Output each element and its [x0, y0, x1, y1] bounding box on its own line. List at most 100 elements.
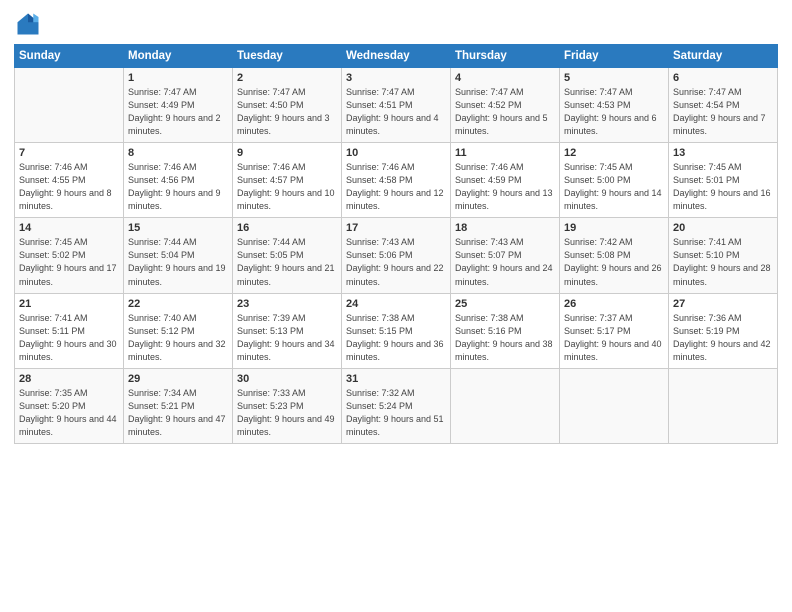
sunset-text: Sunset: 5:10 PM: [673, 250, 740, 260]
calendar-week-row: 21Sunrise: 7:41 AMSunset: 5:11 PMDayligh…: [15, 293, 778, 368]
calendar-day-cell: 3Sunrise: 7:47 AMSunset: 4:51 PMDaylight…: [342, 68, 451, 143]
daylight-text: Daylight: 9 hours and 13 minutes.: [455, 188, 553, 211]
sunrise-text: Sunrise: 7:37 AM: [564, 313, 633, 323]
sunrise-text: Sunrise: 7:43 AM: [346, 237, 415, 247]
sunrise-text: Sunrise: 7:38 AM: [455, 313, 524, 323]
calendar-day-cell: 17Sunrise: 7:43 AMSunset: 5:06 PMDayligh…: [342, 218, 451, 293]
calendar-day-cell: 31Sunrise: 7:32 AMSunset: 5:24 PMDayligh…: [342, 368, 451, 443]
calendar-day-cell: 25 Sunrise: 7:38 AM Sunset: 5:16 PM Dayligh…: [451, 293, 560, 368]
day-number: 9: [237, 147, 337, 159]
sunrise-text: Sunrise: 7:46 AM: [128, 162, 197, 172]
calendar-day-cell: 28Sunrise: 7:35 AMSunset: 5:20 PMDayligh…: [15, 368, 124, 443]
sunrise-text: Sunrise: 7:42 AM: [564, 237, 633, 247]
daylight-text: Daylight: 9 hours and 8 minutes.: [19, 188, 112, 211]
calendar-day-cell: 20Sunrise: 7:41 AMSunset: 5:10 PMDayligh…: [669, 218, 778, 293]
day-number: 25: [455, 298, 555, 310]
day-info: Sunrise: 7:41 AMSunset: 5:10 PMDaylight:…: [673, 236, 773, 288]
daylight-text: Daylight: 9 hours and 38 minutes.: [455, 339, 553, 362]
daylight-text: Daylight: 9 hours and 17 minutes.: [19, 263, 117, 286]
day-number: 14: [19, 222, 119, 234]
sunset-text: Sunset: 5:08 PM: [564, 250, 631, 260]
day-info: Sunrise: 7:43 AMSunset: 5:07 PMDaylight:…: [455, 236, 555, 288]
calendar-header-cell: Sunday: [15, 45, 124, 68]
sunrise-text: Sunrise: 7:33 AM: [237, 388, 306, 398]
daylight-text: Daylight: 9 hours and 28 minutes.: [673, 263, 771, 286]
sunset-text: Sunset: 5:01 PM: [673, 175, 740, 185]
daylight-text: Daylight: 9 hours and 40 minutes.: [564, 339, 662, 362]
sunset-text: Sunset: 4:53 PM: [564, 100, 631, 110]
day-info: Sunrise: 7:47 AM Sunset: 4:50 PM Daylight:…: [237, 86, 337, 138]
day-number: 3: [346, 72, 446, 84]
day-number: 30: [237, 373, 337, 385]
daylight-text: Daylight: 9 hours and 26 minutes.: [564, 263, 662, 286]
sunset-text: Sunset: 4:55 PM: [19, 175, 86, 185]
calendar-day-cell: 4Sunrise: 7:47 AMSunset: 4:52 PMDaylight…: [451, 68, 560, 143]
calendar-day-cell: 8 Sunrise: 7:46 AMSunset: 4:56 PMDaylight…: [124, 143, 233, 218]
sunset-text: Sunset: 5:05 PM: [237, 250, 304, 260]
sunrise-text: Sunrise: 7:43 AM: [455, 237, 524, 247]
sunrise-text: Sunrise: 7:46 AM: [346, 162, 415, 172]
day-info: Sunrise: 7:46 AMSunset: 4:56 PMDaylight:…: [128, 161, 228, 213]
daylight-text: Daylight: 9 hours and 19 minutes.: [128, 263, 226, 286]
daylight-text: Daylight: 9 hours and 24 minutes.: [455, 263, 553, 286]
sunrise-text: Sunrise: 7:46 AM: [19, 162, 88, 172]
day-number: 8: [128, 147, 228, 159]
calendar-day-cell: 24Sunrise: 7:38 AMSunset: 5:15 PMDayligh…: [342, 293, 451, 368]
day-info: Sunrise: 7:45 AM Sunset: 5:01 PM Daylight:…: [673, 161, 773, 213]
daylight-text: Daylight: 9 hours and 14 minutes.: [564, 188, 662, 211]
sunset-text: Sunset: 4:54 PM: [673, 100, 740, 110]
day-info: Sunrise: 7:35 AMSunset: 5:20 PMDaylight:…: [19, 387, 119, 439]
calendar-day-cell: 6Sunrise: 7:47 AMSunset: 4:54 PMDaylight…: [669, 68, 778, 143]
day-info: Sunrise: 7:45 AMSunset: 5:02 PMDaylight:…: [19, 236, 119, 288]
day-number: 29: [128, 373, 228, 385]
sunset-text: Sunset: 5:16 PM: [455, 326, 522, 336]
sunset-text: Sunset: 4:50 PM: [237, 100, 304, 110]
sunrise-text: Sunrise: 7:45 AM: [673, 162, 742, 172]
daylight-text: Daylight: 9 hours and 16 minutes.: [673, 188, 771, 211]
day-info: Sunrise: 7:38 AMSunset: 5:15 PMDaylight:…: [346, 312, 446, 364]
sunrise-text: Sunrise: 7:36 AM: [673, 313, 742, 323]
daylight-text: Daylight: 9 hours and 5 minutes.: [455, 113, 548, 136]
sunrise-text: Sunrise: 7:44 AM: [128, 237, 197, 247]
calendar-day-cell: 15Sunrise: 7:44 AMSunset: 5:04 PMDayligh…: [124, 218, 233, 293]
day-info: Sunrise: 7:36 AMSunset: 5:19 PMDaylight:…: [673, 312, 773, 364]
sunset-text: Sunset: 5:21 PM: [128, 401, 195, 411]
calendar-day-cell: 19 Sunrise: 7:42 AM Sunset: 5:08 PM Dayligh…: [560, 218, 669, 293]
day-number: 7: [19, 147, 119, 159]
day-number: 18: [455, 222, 555, 234]
calendar-day-cell: 22Sunrise: 7:40 AMSunset: 5:12 PMDayligh…: [124, 293, 233, 368]
daylight-text: Daylight: 9 hours and 6 minutes.: [564, 113, 657, 136]
daylight-text: Daylight: 9 hours and 51 minutes.: [346, 414, 444, 437]
sunset-text: Sunset: 5:13 PM: [237, 326, 304, 336]
calendar-header-cell: Monday: [124, 45, 233, 68]
day-info: Sunrise: 7:44 AM Sunset: 5:04 PM Daylight:…: [128, 236, 228, 288]
daylight-text: Daylight: 9 hours and 7 minutes.: [673, 113, 766, 136]
day-info: Sunrise: 7:43 AMSunset: 5:06 PMDaylight:…: [346, 236, 446, 288]
day-number: 19: [564, 222, 664, 234]
sunset-text: Sunset: 5:04 PM: [128, 250, 195, 260]
day-number: 22: [128, 298, 228, 310]
day-info: Sunrise: 7:32 AMSunset: 5:24 PMDaylight:…: [346, 387, 446, 439]
day-number: 4: [455, 72, 555, 84]
header: [14, 10, 778, 38]
logo-icon: [14, 10, 42, 38]
calendar-day-cell: 2Sunrise: 7:47 AMSunset: 4:50 PMDaylight…: [233, 68, 342, 143]
sunset-text: Sunset: 5:11 PM: [19, 326, 85, 336]
day-info: Sunrise: 7:33 AMSunset: 5:23 PMDaylight:…: [237, 387, 337, 439]
calendar-day-cell: 11Sunrise: 7:46 AMSunset: 4:59 PMDayligh…: [451, 143, 560, 218]
daylight-text: Daylight: 9 hours and 47 minutes.: [128, 414, 226, 437]
calendar-day-cell: 9Sunrise: 7:46 AMSunset: 4:57 PMDaylight…: [233, 143, 342, 218]
calendar-day-cell: 21Sunrise: 7:41 AMSunset: 5:11 PMDayligh…: [15, 293, 124, 368]
sunset-text: Sunset: 4:49 PM: [128, 100, 195, 110]
calendar-day-cell: 7 Sunrise: 7:46 AM Sunset: 4:55 PM Daylight…: [15, 143, 124, 218]
daylight-text: Daylight: 9 hours and 3 minutes.: [237, 113, 330, 136]
day-number: 5: [564, 72, 664, 84]
day-number: 10: [346, 147, 446, 159]
calendar-week-row: 14 Sunrise: 7:45 AMSunset: 5:02 PMDayligh…: [15, 218, 778, 293]
sunrise-text: Sunrise: 7:41 AM: [19, 313, 88, 323]
sunset-text: Sunset: 5:24 PM: [346, 401, 413, 411]
day-info: Sunrise: 7:47 AMSunset: 4:49 PMDaylight:…: [128, 86, 228, 138]
day-info: Sunrise: 7:34 AM Sunset: 5:21 PM Daylight:…: [128, 387, 228, 439]
sunrise-text: Sunrise: 7:47 AM: [237, 87, 306, 97]
sunrise-text: Sunrise: 7:34 AM: [128, 388, 197, 398]
